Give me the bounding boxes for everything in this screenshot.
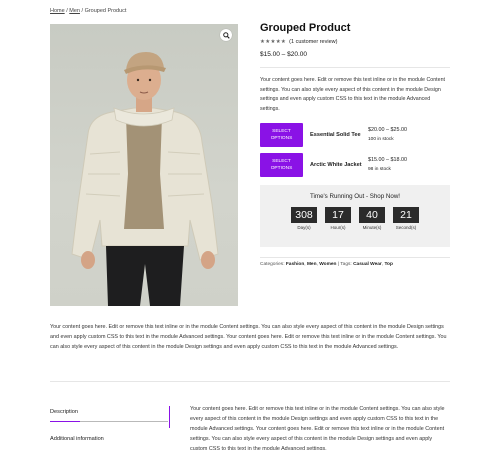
tab-content: Your content goes here. Edit or remove t… bbox=[190, 406, 445, 450]
timer-unit-days: 308 Day(s) bbox=[291, 207, 317, 230]
countdown-title: Time's Running Out - Shop Now! bbox=[309, 193, 401, 200]
timer-label: Second(s) bbox=[395, 225, 417, 230]
magnifier-icon bbox=[222, 31, 230, 39]
timer-units: 308 Day(s) 17 Hour(s) 40 Minute(s) 21 Se… bbox=[260, 207, 450, 230]
zoom-button[interactable] bbox=[220, 29, 232, 41]
timer-label: Day(s) bbox=[297, 225, 311, 230]
timer-value: 40 bbox=[359, 207, 385, 223]
divider bbox=[260, 67, 450, 68]
tab-description[interactable]: Description bbox=[50, 405, 168, 422]
breadcrumb-current: Grouped Product bbox=[84, 8, 127, 14]
grouped-item-info: $20.00 – $25.00 100 in stock bbox=[368, 125, 407, 145]
long-description: Your content goes here. Edit or remove t… bbox=[50, 324, 447, 350]
timer-unit-seconds: 21 Second(s) bbox=[393, 207, 419, 230]
grouped-item-name[interactable]: Essential Solid Tee bbox=[310, 132, 362, 138]
timer-unit-hours: 17 Hour(s) bbox=[325, 207, 351, 230]
star-rating-icon: ★★★★★ bbox=[260, 39, 287, 45]
product-summary: Grouped Product ★★★★★ (1 customer review… bbox=[260, 22, 450, 267]
grouped-item-price: $20.00 – $25.00 bbox=[368, 127, 407, 133]
breadcrumb-home-link[interactable]: Home bbox=[50, 8, 65, 14]
select-options-button[interactable]: SELECT OPTIONS bbox=[260, 153, 303, 177]
tab-content-indicator bbox=[169, 406, 170, 428]
divider bbox=[50, 381, 450, 382]
product-meta: Categories: Fashion, Men, Women | Tags: … bbox=[260, 262, 393, 267]
category-link[interactable]: Women bbox=[319, 262, 336, 267]
timer-value: 21 bbox=[393, 207, 419, 223]
breadcrumb: Home / Men / Grouped Product bbox=[50, 8, 126, 14]
price-range: $15.00 – $20.00 bbox=[260, 51, 307, 58]
countdown-timer: Time's Running Out - Shop Now! 308 Day(s… bbox=[260, 185, 450, 247]
rating: ★★★★★ (1 customer review) bbox=[260, 39, 450, 45]
grouped-item: SELECT OPTIONS Essential Solid Tee $20.00… bbox=[260, 123, 450, 147]
timer-value: 308 bbox=[291, 207, 317, 223]
tag-link[interactable]: Top bbox=[384, 262, 392, 267]
category-link[interactable]: Men bbox=[307, 262, 317, 267]
short-description: Your content goes here. Edit or remove t… bbox=[260, 77, 446, 112]
review-count-link[interactable]: (1 customer review) bbox=[289, 39, 337, 45]
tag-link[interactable]: Casual Wear bbox=[353, 262, 382, 267]
grouped-item-price: $15.00 – $18.00 bbox=[368, 157, 407, 163]
product-tabs: Description Additional information bbox=[50, 405, 168, 448]
product-photo bbox=[71, 52, 219, 306]
timer-unit-minutes: 40 Minute(s) bbox=[359, 207, 385, 230]
grouped-item-stock: 100 in stock bbox=[368, 137, 394, 142]
timer-label: Minute(s) bbox=[362, 225, 382, 230]
product-image[interactable] bbox=[50, 24, 238, 306]
divider bbox=[260, 257, 450, 258]
grouped-item-info: $15.00 – $18.00 98 in stock bbox=[368, 155, 407, 175]
timer-value: 17 bbox=[325, 207, 351, 223]
product-title: Grouped Product bbox=[260, 22, 351, 34]
timer-label: Hour(s) bbox=[330, 225, 346, 230]
tab-additional-information[interactable]: Additional information bbox=[50, 432, 168, 448]
grouped-products: SELECT OPTIONS Essential Solid Tee $20.00… bbox=[260, 123, 450, 177]
category-link[interactable]: Fashion bbox=[286, 262, 304, 267]
breadcrumb-category-link[interactable]: Men bbox=[69, 8, 80, 14]
tags-label: Tags: bbox=[340, 262, 352, 267]
grouped-item: SELECT OPTIONS Arctic White Jacket $15.00… bbox=[260, 153, 450, 177]
grouped-item-name[interactable]: Arctic White Jacket bbox=[310, 162, 362, 168]
categories-label: Categories: bbox=[260, 262, 285, 267]
select-options-button[interactable]: SELECT OPTIONS bbox=[260, 123, 303, 147]
grouped-item-stock: 98 in stock bbox=[368, 167, 391, 172]
